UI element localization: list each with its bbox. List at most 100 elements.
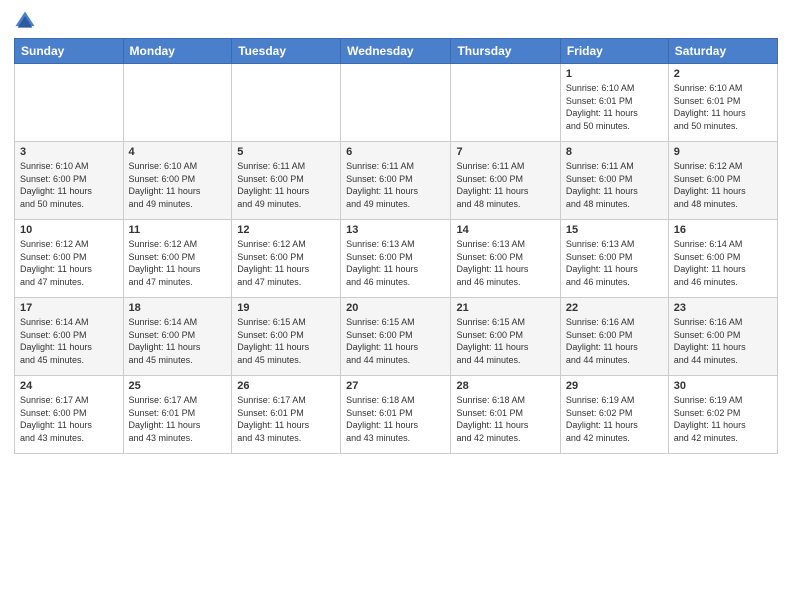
calendar-cell — [232, 64, 341, 142]
day-number: 30 — [674, 380, 772, 392]
day-info: Sunrise: 6:16 AM Sunset: 6:00 PM Dayligh… — [674, 316, 772, 366]
weekday-header-friday: Friday — [560, 39, 668, 64]
calendar-cell: 30 Sunrise: 6:19 AM Sunset: 6:02 PM Dayli… — [668, 376, 777, 454]
day-info: Sunrise: 6:13 AM Sunset: 6:00 PM Dayligh… — [346, 238, 445, 288]
day-info: Sunrise: 6:11 AM Sunset: 6:00 PM Dayligh… — [566, 160, 663, 210]
week-row-0: 1 Sunrise: 6:10 AM Sunset: 6:01 PM Daylig… — [15, 64, 778, 142]
week-row-3: 17 Sunrise: 6:14 AM Sunset: 6:00 PM Dayli… — [15, 298, 778, 376]
calendar-cell: 20Sunrise: 6:15 AM Sunset: 6:00 PM Dayli… — [341, 298, 451, 376]
calendar-cell: 15 Sunrise: 6:13 AM Sunset: 6:00 PM Dayli… — [560, 220, 668, 298]
calendar-cell: 7Sunrise: 6:11 AM Sunset: 6:00 PM Daylig… — [451, 142, 560, 220]
day-info: Sunrise: 6:11 AM Sunset: 6:00 PM Dayligh… — [237, 160, 335, 210]
day-info: Sunrise: 6:17 AM Sunset: 6:00 PM Dayligh… — [20, 394, 118, 444]
day-info: Sunrise: 6:15 AM Sunset: 6:00 PM Dayligh… — [456, 316, 554, 366]
weekday-header-saturday: Saturday — [668, 39, 777, 64]
calendar-cell: 21Sunrise: 6:15 AM Sunset: 6:00 PM Dayli… — [451, 298, 560, 376]
day-number: 3 — [20, 146, 118, 158]
day-info: Sunrise: 6:11 AM Sunset: 6:00 PM Dayligh… — [456, 160, 554, 210]
day-number: 18 — [129, 302, 227, 314]
day-number: 20 — [346, 302, 445, 314]
calendar-cell: 18 Sunrise: 6:14 AM Sunset: 6:00 PM Dayli… — [123, 298, 232, 376]
logo — [14, 10, 38, 32]
calendar-cell: 2 Sunrise: 6:10 AM Sunset: 6:01 PM Daylig… — [668, 64, 777, 142]
day-number: 14 — [456, 224, 554, 236]
day-number: 4 — [129, 146, 227, 158]
day-number: 26 — [237, 380, 335, 392]
calendar-cell: 12 Sunrise: 6:12 AM Sunset: 6:00 PM Dayli… — [232, 220, 341, 298]
calendar-cell: 22 Sunrise: 6:16 AM Sunset: 6:00 PM Dayli… — [560, 298, 668, 376]
calendar-cell: 16Sunrise: 6:14 AM Sunset: 6:00 PM Dayli… — [668, 220, 777, 298]
calendar-cell: 23 Sunrise: 6:16 AM Sunset: 6:00 PM Dayli… — [668, 298, 777, 376]
day-info: Sunrise: 6:10 AM Sunset: 6:00 PM Dayligh… — [129, 160, 227, 210]
day-info: Sunrise: 6:11 AM Sunset: 6:00 PM Dayligh… — [346, 160, 445, 210]
day-info: Sunrise: 6:12 AM Sunset: 6:00 PM Dayligh… — [237, 238, 335, 288]
calendar-table: SundayMondayTuesdayWednesdayThursdayFrid… — [14, 38, 778, 454]
day-number: 19 — [237, 302, 335, 314]
day-number: 27 — [346, 380, 445, 392]
weekday-header-monday: Monday — [123, 39, 232, 64]
day-info: Sunrise: 6:15 AM Sunset: 6:00 PM Dayligh… — [237, 316, 335, 366]
day-info: Sunrise: 6:14 AM Sunset: 6:00 PM Dayligh… — [129, 316, 227, 366]
week-row-4: 24 Sunrise: 6:17 AM Sunset: 6:00 PM Dayli… — [15, 376, 778, 454]
day-info: Sunrise: 6:19 AM Sunset: 6:02 PM Dayligh… — [674, 394, 772, 444]
day-number: 24 — [20, 380, 118, 392]
calendar-cell: 28 Sunrise: 6:18 AM Sunset: 6:01 PM Dayli… — [451, 376, 560, 454]
calendar-cell: 10 Sunrise: 6:12 AM Sunset: 6:00 PM Dayli… — [15, 220, 124, 298]
calendar-cell: 14 Sunrise: 6:13 AM Sunset: 6:00 PM Dayli… — [451, 220, 560, 298]
logo-icon — [14, 10, 36, 32]
weekday-header-wednesday: Wednesday — [341, 39, 451, 64]
day-number: 10 — [20, 224, 118, 236]
calendar-cell: 13 Sunrise: 6:13 AM Sunset: 6:00 PM Dayli… — [341, 220, 451, 298]
calendar-cell: 6 Sunrise: 6:11 AM Sunset: 6:00 PM Daylig… — [341, 142, 451, 220]
calendar-cell: 27Sunrise: 6:18 AM Sunset: 6:01 PM Dayli… — [341, 376, 451, 454]
day-number: 6 — [346, 146, 445, 158]
header — [14, 10, 778, 32]
day-info: Sunrise: 6:13 AM Sunset: 6:00 PM Dayligh… — [566, 238, 663, 288]
day-number: 1 — [566, 68, 663, 80]
calendar-cell: 11 Sunrise: 6:12 AM Sunset: 6:00 PM Dayli… — [123, 220, 232, 298]
calendar-cell: 4 Sunrise: 6:10 AM Sunset: 6:00 PM Daylig… — [123, 142, 232, 220]
week-row-1: 3 Sunrise: 6:10 AM Sunset: 6:00 PM Daylig… — [15, 142, 778, 220]
day-info: Sunrise: 6:17 AM Sunset: 6:01 PM Dayligh… — [129, 394, 227, 444]
weekday-header-sunday: Sunday — [15, 39, 124, 64]
calendar-cell: 8 Sunrise: 6:11 AM Sunset: 6:00 PM Daylig… — [560, 142, 668, 220]
page: SundayMondayTuesdayWednesdayThursdayFrid… — [0, 0, 792, 464]
day-number: 22 — [566, 302, 663, 314]
calendar-cell — [123, 64, 232, 142]
day-info: Sunrise: 6:12 AM Sunset: 6:00 PM Dayligh… — [129, 238, 227, 288]
day-info: Sunrise: 6:10 AM Sunset: 6:00 PM Dayligh… — [20, 160, 118, 210]
day-info: Sunrise: 6:10 AM Sunset: 6:01 PM Dayligh… — [674, 82, 772, 132]
calendar-cell: 9 Sunrise: 6:12 AM Sunset: 6:00 PM Daylig… — [668, 142, 777, 220]
day-info: Sunrise: 6:12 AM Sunset: 6:00 PM Dayligh… — [20, 238, 118, 288]
day-info: Sunrise: 6:12 AM Sunset: 6:00 PM Dayligh… — [674, 160, 772, 210]
day-number: 15 — [566, 224, 663, 236]
day-number: 13 — [346, 224, 445, 236]
calendar-cell — [341, 64, 451, 142]
day-info: Sunrise: 6:19 AM Sunset: 6:02 PM Dayligh… — [566, 394, 663, 444]
calendar-cell: 17 Sunrise: 6:14 AM Sunset: 6:00 PM Dayli… — [15, 298, 124, 376]
day-number: 28 — [456, 380, 554, 392]
day-info: Sunrise: 6:13 AM Sunset: 6:00 PM Dayligh… — [456, 238, 554, 288]
day-info: Sunrise: 6:18 AM Sunset: 6:01 PM Dayligh… — [456, 394, 554, 444]
day-info: Sunrise: 6:17 AM Sunset: 6:01 PM Dayligh… — [237, 394, 335, 444]
day-number: 5 — [237, 146, 335, 158]
day-number: 29 — [566, 380, 663, 392]
day-number: 17 — [20, 302, 118, 314]
calendar-cell: 24 Sunrise: 6:17 AM Sunset: 6:00 PM Dayli… — [15, 376, 124, 454]
day-number: 23 — [674, 302, 772, 314]
calendar-cell: 19 Sunrise: 6:15 AM Sunset: 6:00 PM Dayli… — [232, 298, 341, 376]
week-row-2: 10 Sunrise: 6:12 AM Sunset: 6:00 PM Dayli… — [15, 220, 778, 298]
calendar-cell: 3 Sunrise: 6:10 AM Sunset: 6:00 PM Daylig… — [15, 142, 124, 220]
day-info: Sunrise: 6:16 AM Sunset: 6:00 PM Dayligh… — [566, 316, 663, 366]
day-number: 25 — [129, 380, 227, 392]
day-number: 8 — [566, 146, 663, 158]
day-number: 9 — [674, 146, 772, 158]
day-info: Sunrise: 6:14 AM Sunset: 6:00 PM Dayligh… — [20, 316, 118, 366]
weekday-header-tuesday: Tuesday — [232, 39, 341, 64]
calendar-cell: 5 Sunrise: 6:11 AM Sunset: 6:00 PM Daylig… — [232, 142, 341, 220]
day-info: Sunrise: 6:14 AM Sunset: 6:00 PM Dayligh… — [674, 238, 772, 288]
calendar-cell — [451, 64, 560, 142]
day-number: 2 — [674, 68, 772, 80]
day-number: 12 — [237, 224, 335, 236]
day-number: 11 — [129, 224, 227, 236]
